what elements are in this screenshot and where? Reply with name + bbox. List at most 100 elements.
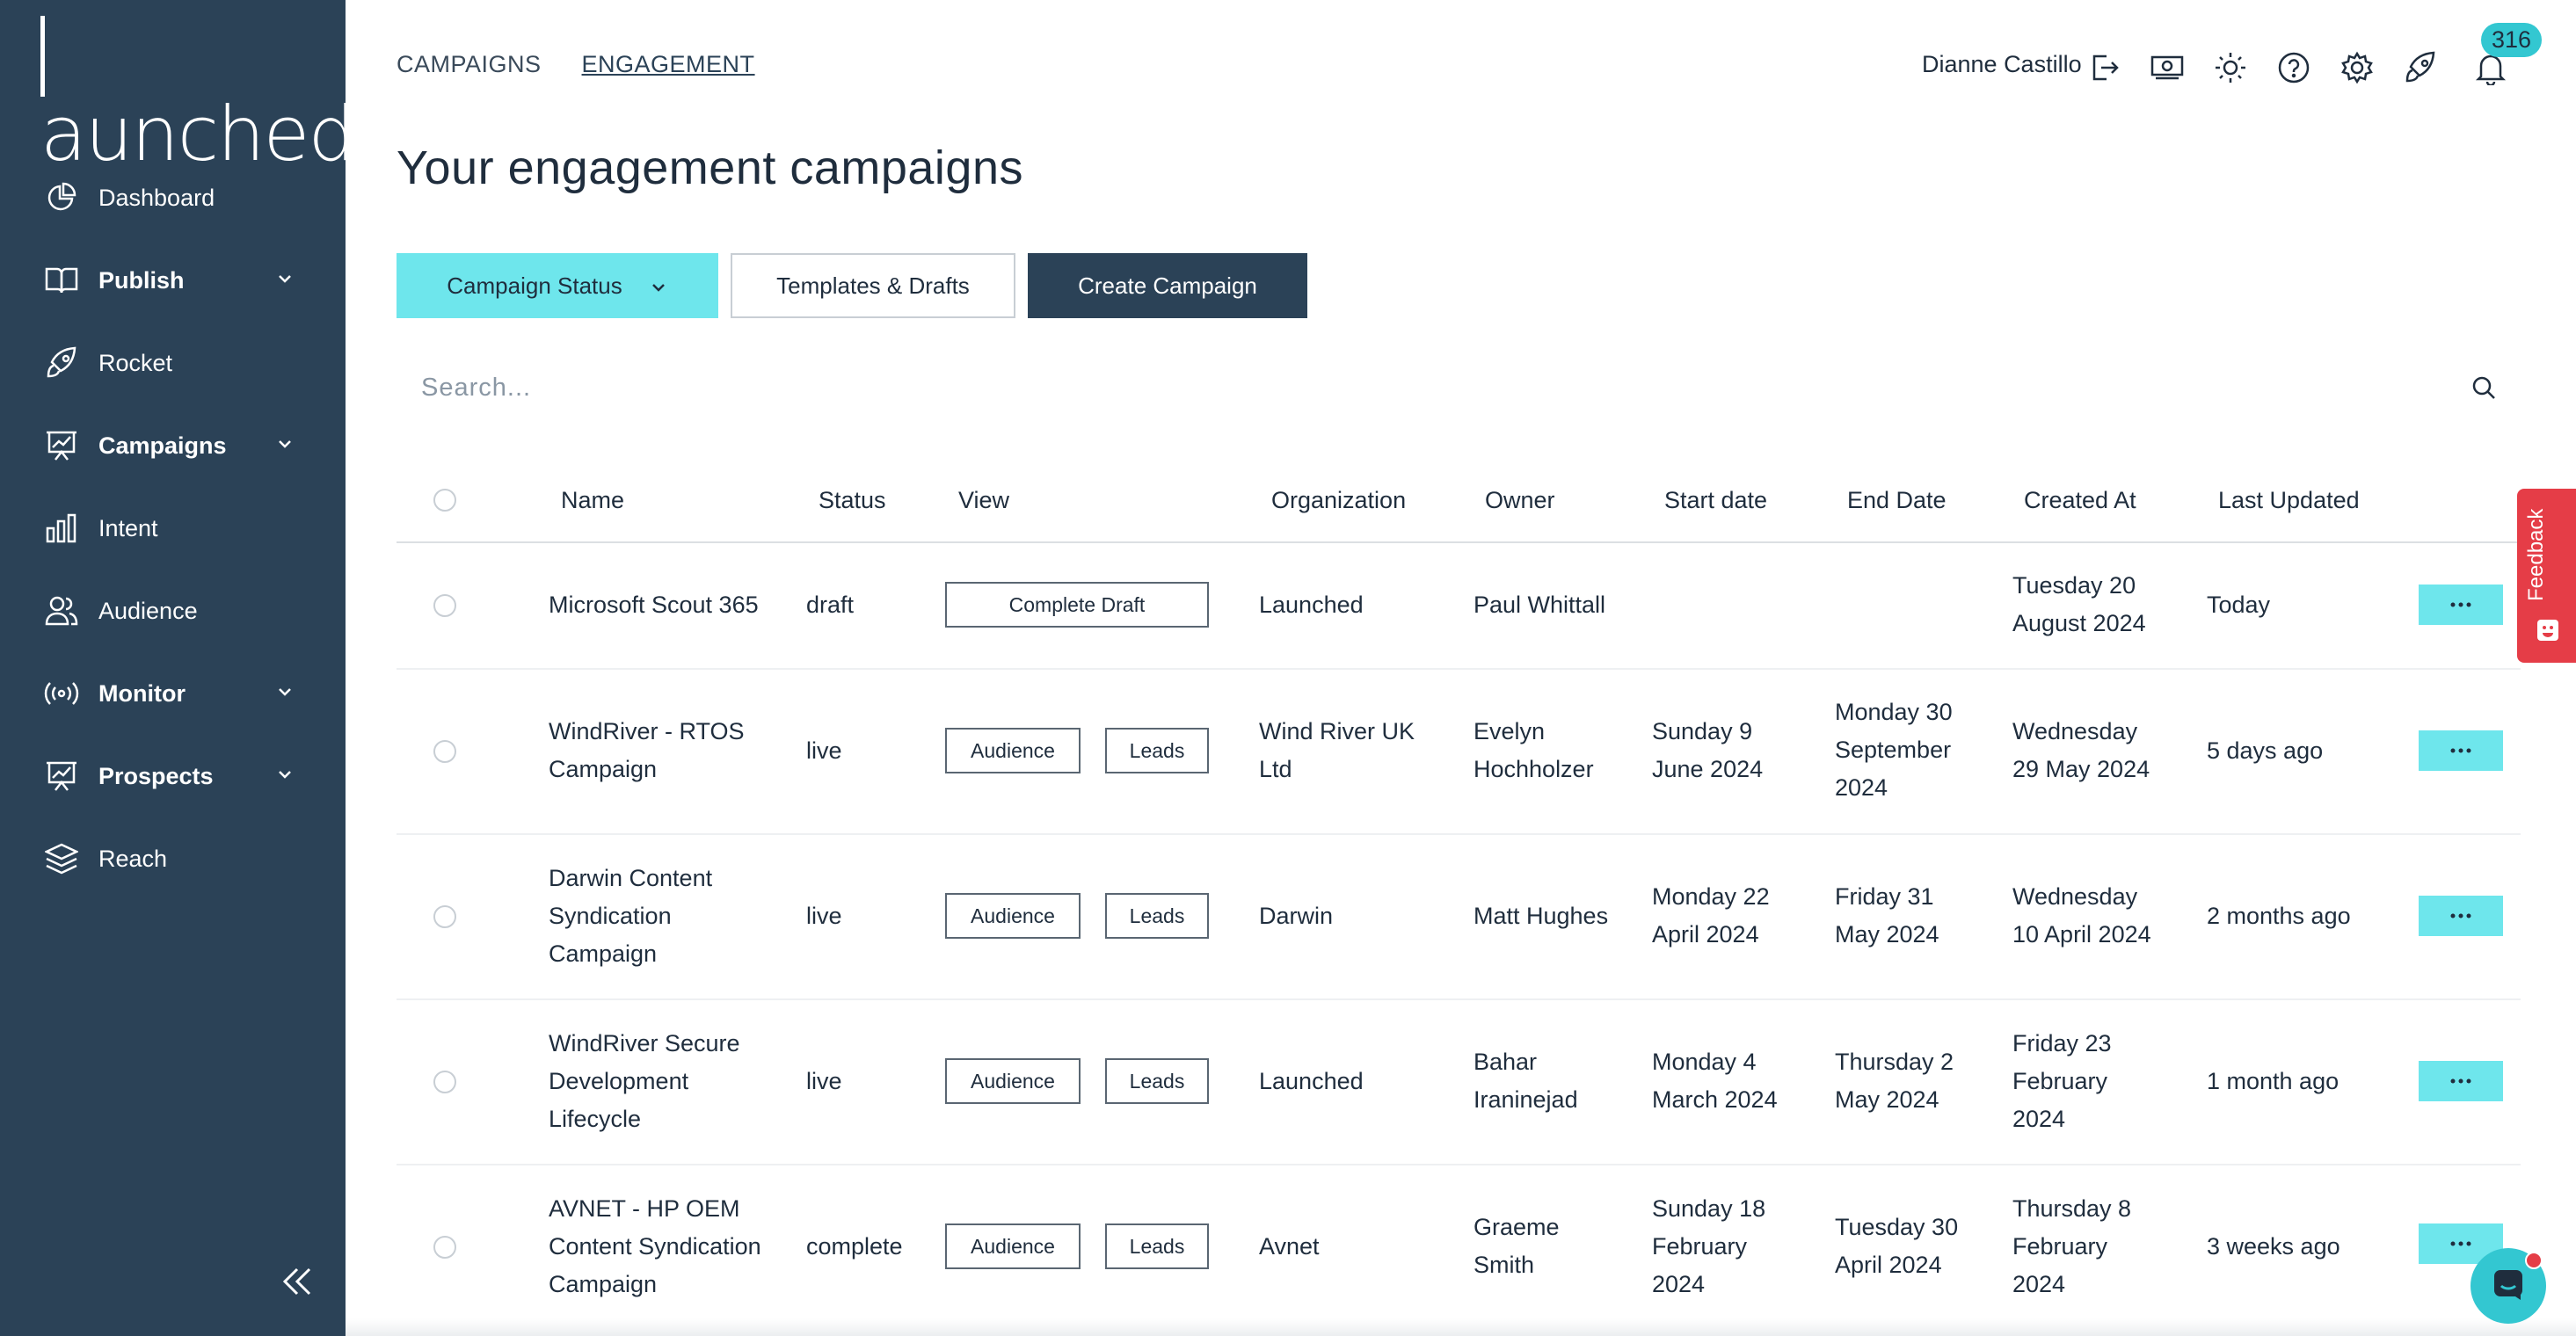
feedback-smiley-icon bbox=[2536, 619, 2559, 642]
organization: Wind River UK Ltd bbox=[1259, 718, 1415, 782]
sidebar-item-label: Audience bbox=[98, 597, 198, 624]
gear-icon[interactable] bbox=[2339, 49, 2376, 86]
row-actions-button[interactable] bbox=[2419, 584, 2503, 625]
chat-unread-dot bbox=[2525, 1252, 2543, 1269]
last-updated: 1 month ago bbox=[2207, 1068, 2340, 1094]
pie-chart-icon bbox=[44, 180, 79, 215]
search-icon[interactable] bbox=[2470, 374, 2497, 401]
sidebar-item-campaigns[interactable]: Campaigns bbox=[0, 404, 346, 487]
row-select-checkbox[interactable] bbox=[433, 594, 456, 617]
created-at: Thursday 8 February 2024 bbox=[2012, 1195, 2132, 1297]
last-updated: 3 weeks ago bbox=[2207, 1233, 2340, 1260]
campaign-name[interactable]: WindRiver Secure Development Lifecycle bbox=[549, 1025, 740, 1138]
table-row: WindRiver Secure Development Lifecycle liv… bbox=[397, 1000, 2521, 1165]
campaign-name[interactable]: WindRiver - RTOS Campaign bbox=[549, 713, 745, 788]
column-header-start-date[interactable]: Start date bbox=[1664, 487, 1767, 514]
tab-campaigns[interactable]: CAMPAIGNS bbox=[397, 51, 542, 78]
leads-button[interactable]: Leads bbox=[1105, 1223, 1209, 1269]
row-select-checkbox[interactable] bbox=[433, 740, 456, 763]
start-date: Monday 4 March 2024 bbox=[1652, 1049, 1778, 1113]
start-date: Sunday 9 June 2024 bbox=[1652, 718, 1764, 782]
end-date: Friday 31 May 2024 bbox=[1835, 883, 1939, 948]
create-campaign-button[interactable]: Create Campaign bbox=[1028, 253, 1307, 318]
row-actions-button[interactable] bbox=[2419, 1061, 2503, 1101]
chevron-down-icon bbox=[649, 276, 668, 295]
column-header-organization[interactable]: Organization bbox=[1271, 487, 1406, 514]
sidebar-item-label: Prospects bbox=[98, 762, 214, 789]
help-icon[interactable] bbox=[2275, 49, 2312, 86]
logo[interactable]: aunched bbox=[40, 16, 356, 172]
campaign-name[interactable]: Microsoft Scout 365 bbox=[549, 586, 759, 624]
sidebar-item-publish[interactable]: Publish bbox=[0, 239, 346, 322]
sidebar-item-monitor[interactable]: Monitor bbox=[0, 652, 346, 735]
feedback-tab[interactable]: Feedback bbox=[2517, 489, 2576, 663]
campaign-status: live bbox=[806, 1068, 842, 1094]
audience-button[interactable]: Audience bbox=[945, 1058, 1081, 1104]
user-name[interactable]: Dianne Castillo bbox=[1922, 51, 2082, 78]
row-select-checkbox[interactable] bbox=[433, 905, 456, 928]
audience-button[interactable]: Audience bbox=[945, 1223, 1081, 1269]
row-select-checkbox[interactable] bbox=[433, 1236, 456, 1259]
sidebar-item-label: Rocket bbox=[98, 349, 173, 376]
organization: Launched bbox=[1259, 1068, 1364, 1094]
row-actions-button[interactable] bbox=[2419, 730, 2503, 771]
sidebar-item-label: Reach bbox=[98, 845, 168, 872]
column-header-name[interactable]: Name bbox=[561, 487, 624, 514]
sun-icon[interactable] bbox=[2212, 49, 2249, 86]
chat-launcher-button[interactable] bbox=[2470, 1248, 2546, 1324]
column-header-status[interactable]: Status bbox=[819, 487, 886, 514]
last-updated: Today bbox=[2207, 592, 2271, 618]
sidebar-item-rocket[interactable]: Rocket bbox=[0, 322, 346, 404]
sidebar-item-audience[interactable]: Audience bbox=[0, 570, 346, 652]
campaign-name[interactable]: AVNET - HP OEM Content Syndication Campaig… bbox=[549, 1190, 761, 1303]
created-at: Tuesday 20 August 2024 bbox=[2012, 572, 2146, 636]
column-header-created-at[interactable]: Created At bbox=[2024, 487, 2136, 514]
sidebar-item-label: Monitor bbox=[98, 679, 186, 707]
campaign-status: live bbox=[806, 737, 842, 764]
organization: Darwin bbox=[1259, 903, 1334, 929]
collapse-sidebar-icon[interactable] bbox=[280, 1264, 315, 1299]
start-date: Sunday 18 February 2024 bbox=[1652, 1195, 1766, 1297]
rocket-icon[interactable] bbox=[2402, 49, 2439, 86]
table-header: Name Status View Organization Owner Star… bbox=[397, 466, 2521, 543]
end-date: Monday 30 September 2024 bbox=[1835, 699, 1953, 801]
top-tabs: CAMPAIGNS ENGAGEMENT bbox=[397, 51, 755, 78]
campaign-name[interactable]: Darwin Content Syndication Campaign bbox=[549, 860, 712, 973]
sidebar-item-label: Intent bbox=[98, 514, 158, 541]
templates-drafts-button[interactable]: Templates & Drafts bbox=[731, 253, 1015, 318]
sidebar-item-intent[interactable]: Intent bbox=[0, 487, 346, 570]
leads-button[interactable]: Leads bbox=[1105, 893, 1209, 939]
sidebar-item-label: Dashboard bbox=[98, 184, 215, 211]
more-icon bbox=[2450, 1078, 2471, 1084]
owner: Paul Whittall bbox=[1474, 592, 1606, 618]
notification-badge[interactable]: 316 bbox=[2481, 23, 2543, 57]
sidebar-item-reach[interactable]: Reach bbox=[0, 817, 346, 900]
campaign-status: draft bbox=[806, 592, 855, 618]
sidebar-item-dashboard[interactable]: Dashboard bbox=[0, 156, 346, 239]
leads-button[interactable]: Leads bbox=[1105, 1058, 1209, 1104]
campaign-status-button[interactable]: Campaign Status bbox=[397, 253, 718, 318]
tab-engagement[interactable]: ENGAGEMENT bbox=[582, 51, 755, 78]
money-icon[interactable] bbox=[2149, 49, 2186, 86]
rocket-icon bbox=[44, 345, 79, 381]
more-icon bbox=[2450, 602, 2471, 607]
row-actions-button[interactable] bbox=[2419, 896, 2503, 936]
sidebar-item-prospects[interactable]: Prospects bbox=[0, 735, 346, 817]
bottom-fade bbox=[346, 1318, 2576, 1336]
select-all-checkbox[interactable] bbox=[433, 489, 456, 512]
column-header-last-updated[interactable]: Last Updated bbox=[2218, 487, 2360, 514]
owner: Graeme Smith bbox=[1474, 1214, 1560, 1278]
column-header-owner[interactable]: Owner bbox=[1485, 487, 1555, 514]
owner: Bahar Iraninejad bbox=[1474, 1049, 1578, 1113]
complete-draft-button[interactable]: Complete Draft bbox=[945, 582, 1209, 628]
search-input[interactable] bbox=[397, 357, 2507, 418]
book-icon bbox=[44, 263, 79, 298]
audience-button[interactable]: Audience bbox=[945, 893, 1081, 939]
more-icon bbox=[2450, 748, 2471, 753]
audience-button[interactable]: Audience bbox=[945, 728, 1081, 773]
logout-icon[interactable] bbox=[2085, 49, 2122, 86]
row-select-checkbox[interactable] bbox=[433, 1071, 456, 1093]
column-header-end-date[interactable]: End Date bbox=[1847, 487, 1947, 514]
leads-button[interactable]: Leads bbox=[1105, 728, 1209, 773]
table-row: Microsoft Scout 365 draft Complete Draft… bbox=[397, 543, 2521, 670]
